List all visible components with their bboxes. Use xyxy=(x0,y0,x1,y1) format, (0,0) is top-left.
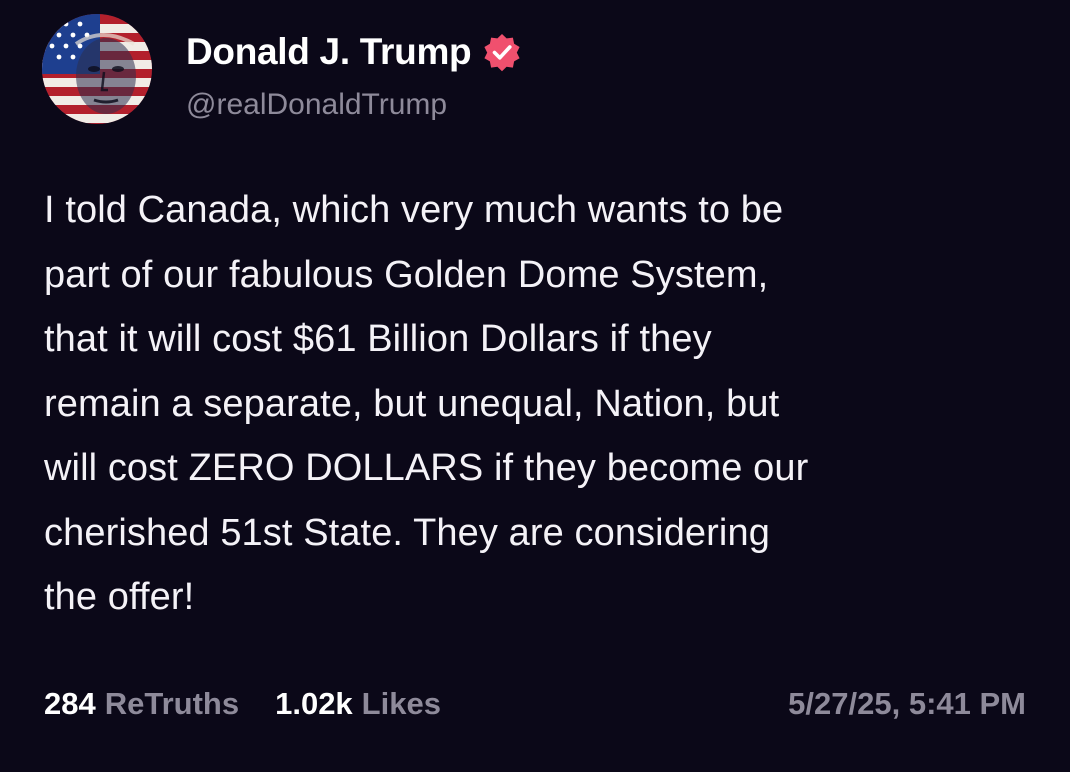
post-text-line: I told Canada, which very much wants to … xyxy=(44,189,784,231)
post-text-line: part of our fabulous Golden Dome System, xyxy=(44,253,769,296)
retruths-stat[interactable]: 284 ReTruths xyxy=(44,686,239,722)
post-footer: 284 ReTruths 1.02k Likes 5/27/25, 5:41 P… xyxy=(44,684,1026,724)
post-body: I told Canada, which very much wants to … xyxy=(44,178,1034,630)
post-text-line: that it will cost $61 Billion Dollars if… xyxy=(44,318,712,360)
author-display-name[interactable]: Donald J. Trump xyxy=(186,31,472,73)
post-text-line: cherished 51st State. They are consideri… xyxy=(44,511,770,554)
author-info: Donald J. Trump @realDonaldTrump xyxy=(186,30,522,122)
post-card: Donald J. Trump @realDonaldTrump I told … xyxy=(0,0,1070,772)
verified-badge-icon xyxy=(482,32,522,72)
likes-label: Likes xyxy=(361,686,441,721)
post-text-line: remain a separate, but unequal, Nation, … xyxy=(44,382,780,425)
retruths-label: ReTruths xyxy=(104,686,240,721)
likes-stat[interactable]: 1.02k Likes xyxy=(275,686,441,722)
post-text-line: will cost ZERO DOLLARS if they become ou… xyxy=(44,447,809,489)
post-text-line: the offer! xyxy=(44,576,195,618)
retruths-count: 284 xyxy=(44,686,96,721)
likes-count: 1.02k xyxy=(275,686,353,721)
author-avatar[interactable] xyxy=(42,14,152,124)
author-name-row: Donald J. Trump xyxy=(186,30,522,74)
flag-portrait-avatar-icon xyxy=(42,14,152,124)
author-handle[interactable]: @realDonaldTrump xyxy=(186,88,522,122)
post-timestamp[interactable]: 5/27/25, 5:41 PM xyxy=(788,686,1026,722)
